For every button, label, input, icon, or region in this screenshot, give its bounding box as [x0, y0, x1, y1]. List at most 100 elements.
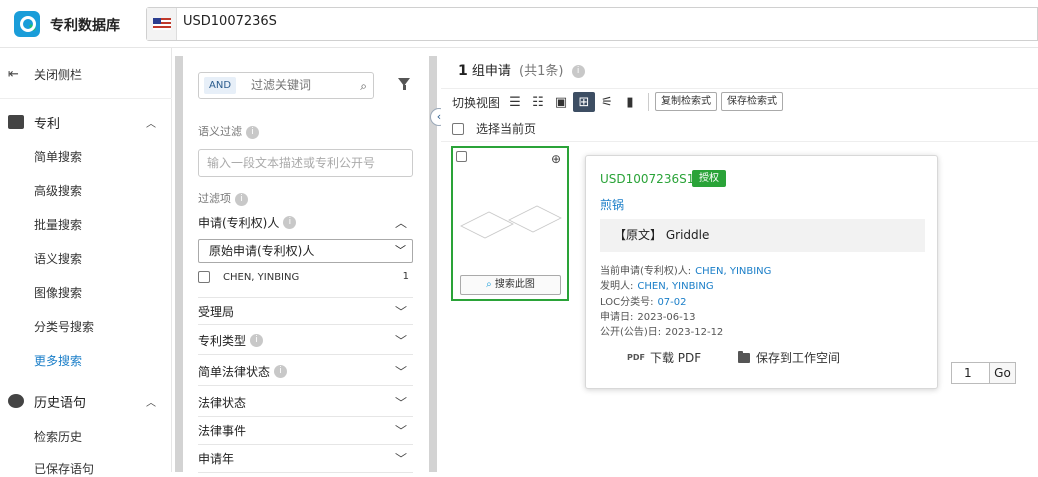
patent-title-link[interactable]: 煎锅	[600, 196, 624, 213]
chevron-down-icon: ﹀	[394, 396, 407, 410]
chevron-up-icon: ︿	[146, 397, 156, 409]
filter-section-label: 专利类型	[198, 334, 247, 348]
grid-view-icon[interactable]: ⊞	[573, 92, 595, 112]
detail-list-view-icon[interactable]: ☷	[527, 92, 549, 112]
filter-section-label: 简单法律状态	[198, 365, 271, 379]
sidebar-item-more-search[interactable]: 更多搜索	[34, 352, 82, 369]
view-toolbar: ☰ ☷ ▣ ⊞ ⚟ ▮ 复制检索式 保存检索式	[504, 92, 787, 112]
patent-drawing-thumbnail[interactable]	[459, 198, 563, 242]
copy-query-button[interactable]: 复制检索式	[655, 92, 717, 111]
sidebar-item-simple-search[interactable]: 简单搜索	[34, 148, 82, 165]
sidebar-item-batch-search[interactable]: 批量搜索	[34, 216, 82, 233]
filter-section-office[interactable]: 受理局 ﹀	[198, 297, 413, 325]
filter-section-label: 申请年	[198, 452, 235, 466]
sidebar-group-history[interactable]: 历史语句 ︿	[8, 391, 164, 411]
sidebar-group-label: 历史语句	[34, 395, 87, 411]
filter-section-label: 法律事件	[198, 424, 247, 438]
select-page-row[interactable]: 选择当前页	[452, 120, 536, 137]
chart-view-icon[interactable]: ▮	[619, 92, 641, 112]
semantic-filter-label: 语义过滤 i	[198, 123, 259, 139]
filter-scrollbar-left[interactable]	[175, 56, 183, 472]
image-search-icon: ⌕	[486, 279, 492, 290]
chevron-up-icon: ︿	[394, 215, 407, 230]
chevron-down-icon: ﹀	[394, 304, 407, 319]
save-to-workspace-button[interactable]: 保存到工作空间	[738, 349, 840, 366]
semantic-filter-input[interactable]: 输入一段文本描述或专利公开号	[198, 149, 413, 177]
toolbar-divider	[648, 93, 649, 111]
search-this-image-label: 搜索此图	[494, 279, 535, 290]
image-view-icon[interactable]: ▣	[550, 92, 572, 112]
publication-number-link[interactable]: USD1007236S1	[600, 172, 694, 186]
page-number-input[interactable]: 1	[951, 362, 990, 384]
sidebar-item-image-search[interactable]: 图像搜索	[34, 284, 82, 301]
filter-section-label: 申请(专利权)人	[198, 215, 280, 230]
filter-items-label: 过滤项 i	[198, 190, 248, 206]
info-icon: i	[250, 334, 264, 347]
filter-panel: AND ⌕ 语义过滤 i 输入一段文本描述或专利公开号 过滤项 i 申请(专利权)人…	[183, 58, 429, 473]
search-this-image-button[interactable]: ⌕ 搜索此图	[460, 275, 561, 295]
select-page-checkbox[interactable]	[452, 122, 464, 135]
zoom-in-icon[interactable]: ⊕	[551, 152, 561, 166]
and-operator-button[interactable]: AND	[204, 77, 237, 94]
download-pdf-button[interactable]: PDF 下载 PDF	[627, 349, 701, 366]
keyword-filter-input[interactable]	[251, 78, 351, 92]
original-title: Griddle	[665, 228, 710, 242]
filter-section-application-year[interactable]: 申请年 ﹀	[198, 445, 413, 473]
compare-view-icon[interactable]: ⚟	[596, 92, 618, 112]
result-checkbox[interactable]	[456, 151, 467, 162]
sidebar-group-label: 专利	[34, 116, 61, 132]
sidebar-item-saved-queries[interactable]: 已保存语句	[34, 460, 94, 477]
field-value: 2023-12-12	[665, 327, 724, 338]
country-selector[interactable]	[147, 8, 177, 40]
clock-icon	[8, 394, 24, 408]
info-icon: i	[283, 215, 297, 229]
filter-section-simple-legal-status[interactable]: 简单法律状态 i ﹀	[198, 358, 413, 386]
filter-section-label: 法律状态	[198, 396, 247, 410]
results-header: 1 组申请 (共1条) i	[458, 60, 585, 79]
field-value-link[interactable]: CHEN, YINBING	[695, 266, 771, 277]
close-sidebar-button[interactable]: ⇤ 关闭侧栏	[8, 66, 82, 82]
field-current-assignee: 当前申请(专利权)人: CHEN, YINBING	[600, 262, 771, 277]
original-title-box: 【原文】 Griddle	[600, 219, 925, 252]
field-value-link[interactable]: 07-02	[657, 297, 686, 308]
field-value: 2023-06-13	[637, 312, 696, 323]
sidebar-item-classification-search[interactable]: 分类号搜索	[34, 318, 94, 335]
field-value-link[interactable]: CHEN, YINBING	[637, 281, 713, 292]
applicant-checkbox[interactable]	[198, 271, 210, 283]
filter-section-legal-status[interactable]: 法律状态 ﹀	[198, 389, 413, 417]
field-publication-date: 公开(公告)日: 2023-12-12	[600, 323, 723, 338]
close-sidebar-label: 关闭侧栏	[34, 67, 83, 82]
applicant-type-select[interactable]: 原始申请(专利权)人 ﹀	[198, 239, 413, 263]
applicant-option-count: 1	[402, 271, 409, 282]
sidebar-item-search-history[interactable]: 检索历史	[34, 428, 82, 445]
result-count: 1	[458, 63, 468, 79]
list-view-icon[interactable]: ☰	[504, 92, 526, 112]
search-input[interactable]	[183, 14, 983, 29]
save-query-button[interactable]: 保存检索式	[721, 92, 783, 111]
result-card[interactable]: ⊕ ⌕ 搜索此图	[451, 146, 569, 301]
semantic-filter-text: 语义过滤	[198, 125, 242, 138]
sidebar-group-patent[interactable]: 专利 ︿	[8, 112, 164, 132]
info-icon: i	[274, 365, 288, 378]
keyword-filter-box[interactable]: AND ⌕	[198, 72, 374, 99]
chevron-down-icon: ﹀	[394, 365, 407, 379]
filter-section-patent-type[interactable]: 专利类型 i ﹀	[198, 327, 413, 355]
select-page-label: 选择当前页	[476, 122, 537, 136]
folder-icon	[738, 350, 750, 363]
result-unit: 组申请	[471, 64, 511, 79]
applicant-option-name: CHEN, YINBING	[223, 271, 300, 283]
filter-section-legal-event[interactable]: 法律事件 ﹀	[198, 417, 413, 445]
download-pdf-label: 下载 PDF	[649, 351, 702, 365]
search-box[interactable]	[146, 7, 1038, 41]
filter-section-applicant[interactable]: 申请(专利权)人 i ︿	[198, 208, 413, 236]
patent-detail-popup: USD1007236S1 授权 煎锅 【原文】 Griddle 当前申请(专利权…	[585, 155, 938, 389]
applicant-option-row[interactable]: CHEN, YINBING 1	[198, 269, 413, 285]
filter-funnel-stem	[403, 85, 406, 90]
sidebar-item-semantic-search[interactable]: 语义搜索	[34, 250, 82, 267]
go-button[interactable]: Go	[989, 362, 1016, 384]
sidebar-item-advanced-search[interactable]: 高级搜索	[34, 182, 82, 199]
search-icon[interactable]: ⌕	[360, 79, 367, 94]
field-key: 当前申请(专利权)人:	[600, 266, 692, 277]
filter-items-text: 过滤项	[198, 192, 231, 205]
results-divider	[441, 88, 1038, 89]
